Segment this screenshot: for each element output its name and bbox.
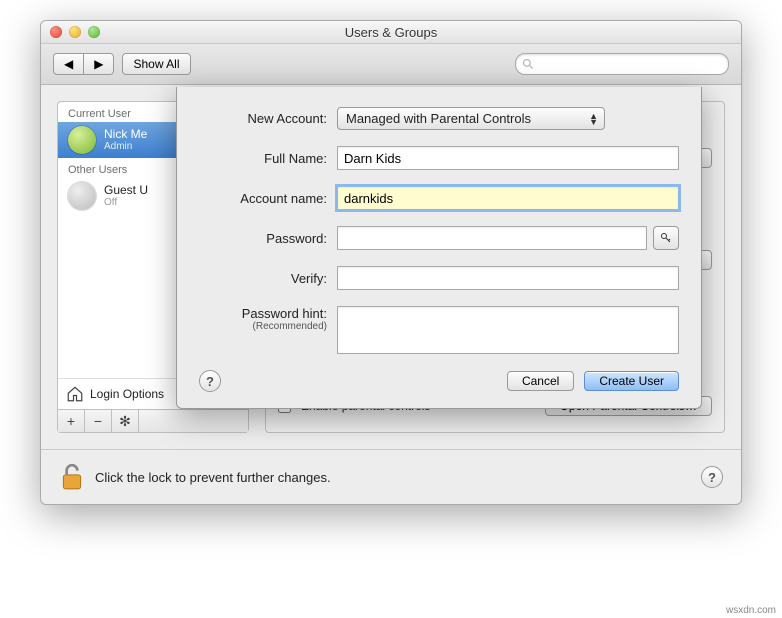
avatar-icon bbox=[68, 126, 96, 154]
label-password: Password: bbox=[199, 231, 337, 246]
account-name-input[interactable] bbox=[337, 186, 679, 210]
user-name: Guest U bbox=[104, 184, 148, 197]
label-hint-sub: (Recommended) bbox=[199, 321, 327, 332]
user-name: Nick Me bbox=[104, 128, 147, 141]
row-full-name: Full Name: bbox=[199, 146, 679, 170]
search-input[interactable] bbox=[538, 56, 722, 72]
row-password: Password: bbox=[199, 226, 679, 250]
watermark-text: wsxdn.com bbox=[726, 605, 776, 616]
titlebar: Users & Groups bbox=[41, 21, 741, 44]
nav-seg: ◀ ▶ bbox=[53, 53, 114, 75]
lock-icon[interactable] bbox=[59, 462, 85, 492]
sheet-help-button[interactable]: ? bbox=[199, 370, 221, 392]
hint-input[interactable] bbox=[337, 306, 679, 354]
show-all-button[interactable]: Show All bbox=[122, 53, 190, 75]
user-status: Off bbox=[104, 197, 148, 208]
add-user-button[interactable]: + bbox=[58, 410, 85, 432]
sidebar-footer: + − ✻ bbox=[58, 409, 248, 432]
create-user-button[interactable]: Create User bbox=[584, 371, 679, 391]
chevron-updown-icon: ▲▼ bbox=[589, 113, 598, 125]
home-icon bbox=[66, 385, 84, 403]
label-hint: Password hint: (Recommended) bbox=[199, 306, 337, 332]
forward-button[interactable]: ▶ bbox=[84, 53, 114, 75]
back-button[interactable]: ◀ bbox=[53, 53, 84, 75]
cancel-button[interactable]: Cancel bbox=[507, 371, 574, 391]
remove-user-button[interactable]: − bbox=[85, 410, 112, 432]
row-hint: Password hint: (Recommended) bbox=[199, 306, 679, 354]
toolbar: ◀ ▶ Show All bbox=[41, 44, 741, 85]
search-icon bbox=[522, 58, 534, 70]
lock-hint-text: Click the lock to prevent further change… bbox=[95, 470, 331, 485]
label-full-name: Full Name: bbox=[199, 151, 337, 166]
row-account-name: Account name: bbox=[199, 186, 679, 210]
new-account-sheet: New Account: Managed with Parental Contr… bbox=[176, 87, 702, 409]
key-icon bbox=[660, 231, 672, 245]
window-title: Users & Groups bbox=[41, 25, 741, 40]
login-options-label: Login Options bbox=[90, 387, 164, 401]
user-role: Admin bbox=[104, 141, 147, 152]
row-new-account: New Account: Managed with Parental Contr… bbox=[199, 107, 679, 130]
avatar-icon bbox=[68, 182, 96, 210]
row-verify: Verify: bbox=[199, 266, 679, 290]
password-input[interactable] bbox=[337, 226, 647, 250]
label-account-name: Account name: bbox=[199, 191, 337, 206]
search-field[interactable] bbox=[515, 53, 729, 75]
label-hint-text: Password hint: bbox=[242, 306, 327, 321]
password-assistant-button[interactable] bbox=[653, 226, 679, 250]
sheet-footer: ? Cancel Create User bbox=[199, 370, 679, 392]
label-verify: Verify: bbox=[199, 271, 337, 286]
window-footer: Click the lock to prevent further change… bbox=[41, 449, 741, 504]
preferences-window: Users & Groups ◀ ▶ Show All Current User… bbox=[40, 20, 742, 505]
verify-input[interactable] bbox=[337, 266, 679, 290]
label-new-account: New Account: bbox=[199, 111, 337, 126]
full-name-input[interactable] bbox=[337, 146, 679, 170]
account-type-popup[interactable]: Managed with Parental Controls ▲▼ bbox=[337, 107, 605, 130]
help-button[interactable]: ? bbox=[701, 466, 723, 488]
account-type-value: Managed with Parental Controls bbox=[346, 111, 531, 126]
action-menu-button[interactable]: ✻ bbox=[112, 410, 139, 432]
